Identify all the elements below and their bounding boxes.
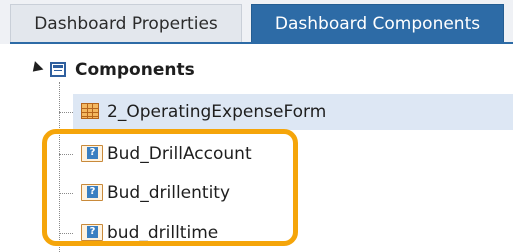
components-list-icon [50, 62, 66, 77]
tree-connector-branch [59, 154, 73, 155]
tree-item-label: Bud_drillentity [107, 183, 231, 203]
tree-connector-branch [59, 193, 73, 194]
tree-item-operating-expense-form[interactable]: 2_OperatingExpenseForm [73, 94, 513, 130]
parameter-icon: ? [81, 145, 103, 162]
tree-item-bud-drillaccount[interactable]: ? Bud_DrillAccount [73, 136, 313, 172]
tree-item-label: bud_drilltime [107, 223, 219, 243]
tree-connector-branch [59, 233, 73, 234]
parameter-icon: ? [81, 224, 103, 241]
parameter-icon: ? [81, 184, 103, 201]
tree-item-label: Bud_DrillAccount [107, 144, 252, 164]
tree-item-bud-drilltime[interactable]: ? bud_drilltime [73, 215, 313, 251]
tree-item-label: 2_OperatingExpenseForm [107, 102, 327, 122]
tab-dashboard-components[interactable]: Dashboard Components [251, 4, 504, 42]
tab-strip: Dashboard Properties Dashboard Component… [0, 0, 513, 44]
expand-collapse-icon[interactable] [28, 61, 44, 76]
tab-dashboard-properties[interactable]: Dashboard Properties [10, 4, 242, 42]
form-grid-icon [81, 103, 99, 119]
tree-connector-branch [59, 112, 73, 113]
tree-item-bud-drillentity[interactable]: ? Bud_drillentity [73, 175, 313, 211]
tree-connector-line [59, 82, 60, 252]
components-tree: Components 2_OperatingExpenseForm ? Bud_… [0, 44, 513, 252]
tree-root-label[interactable]: Components [75, 59, 195, 81]
